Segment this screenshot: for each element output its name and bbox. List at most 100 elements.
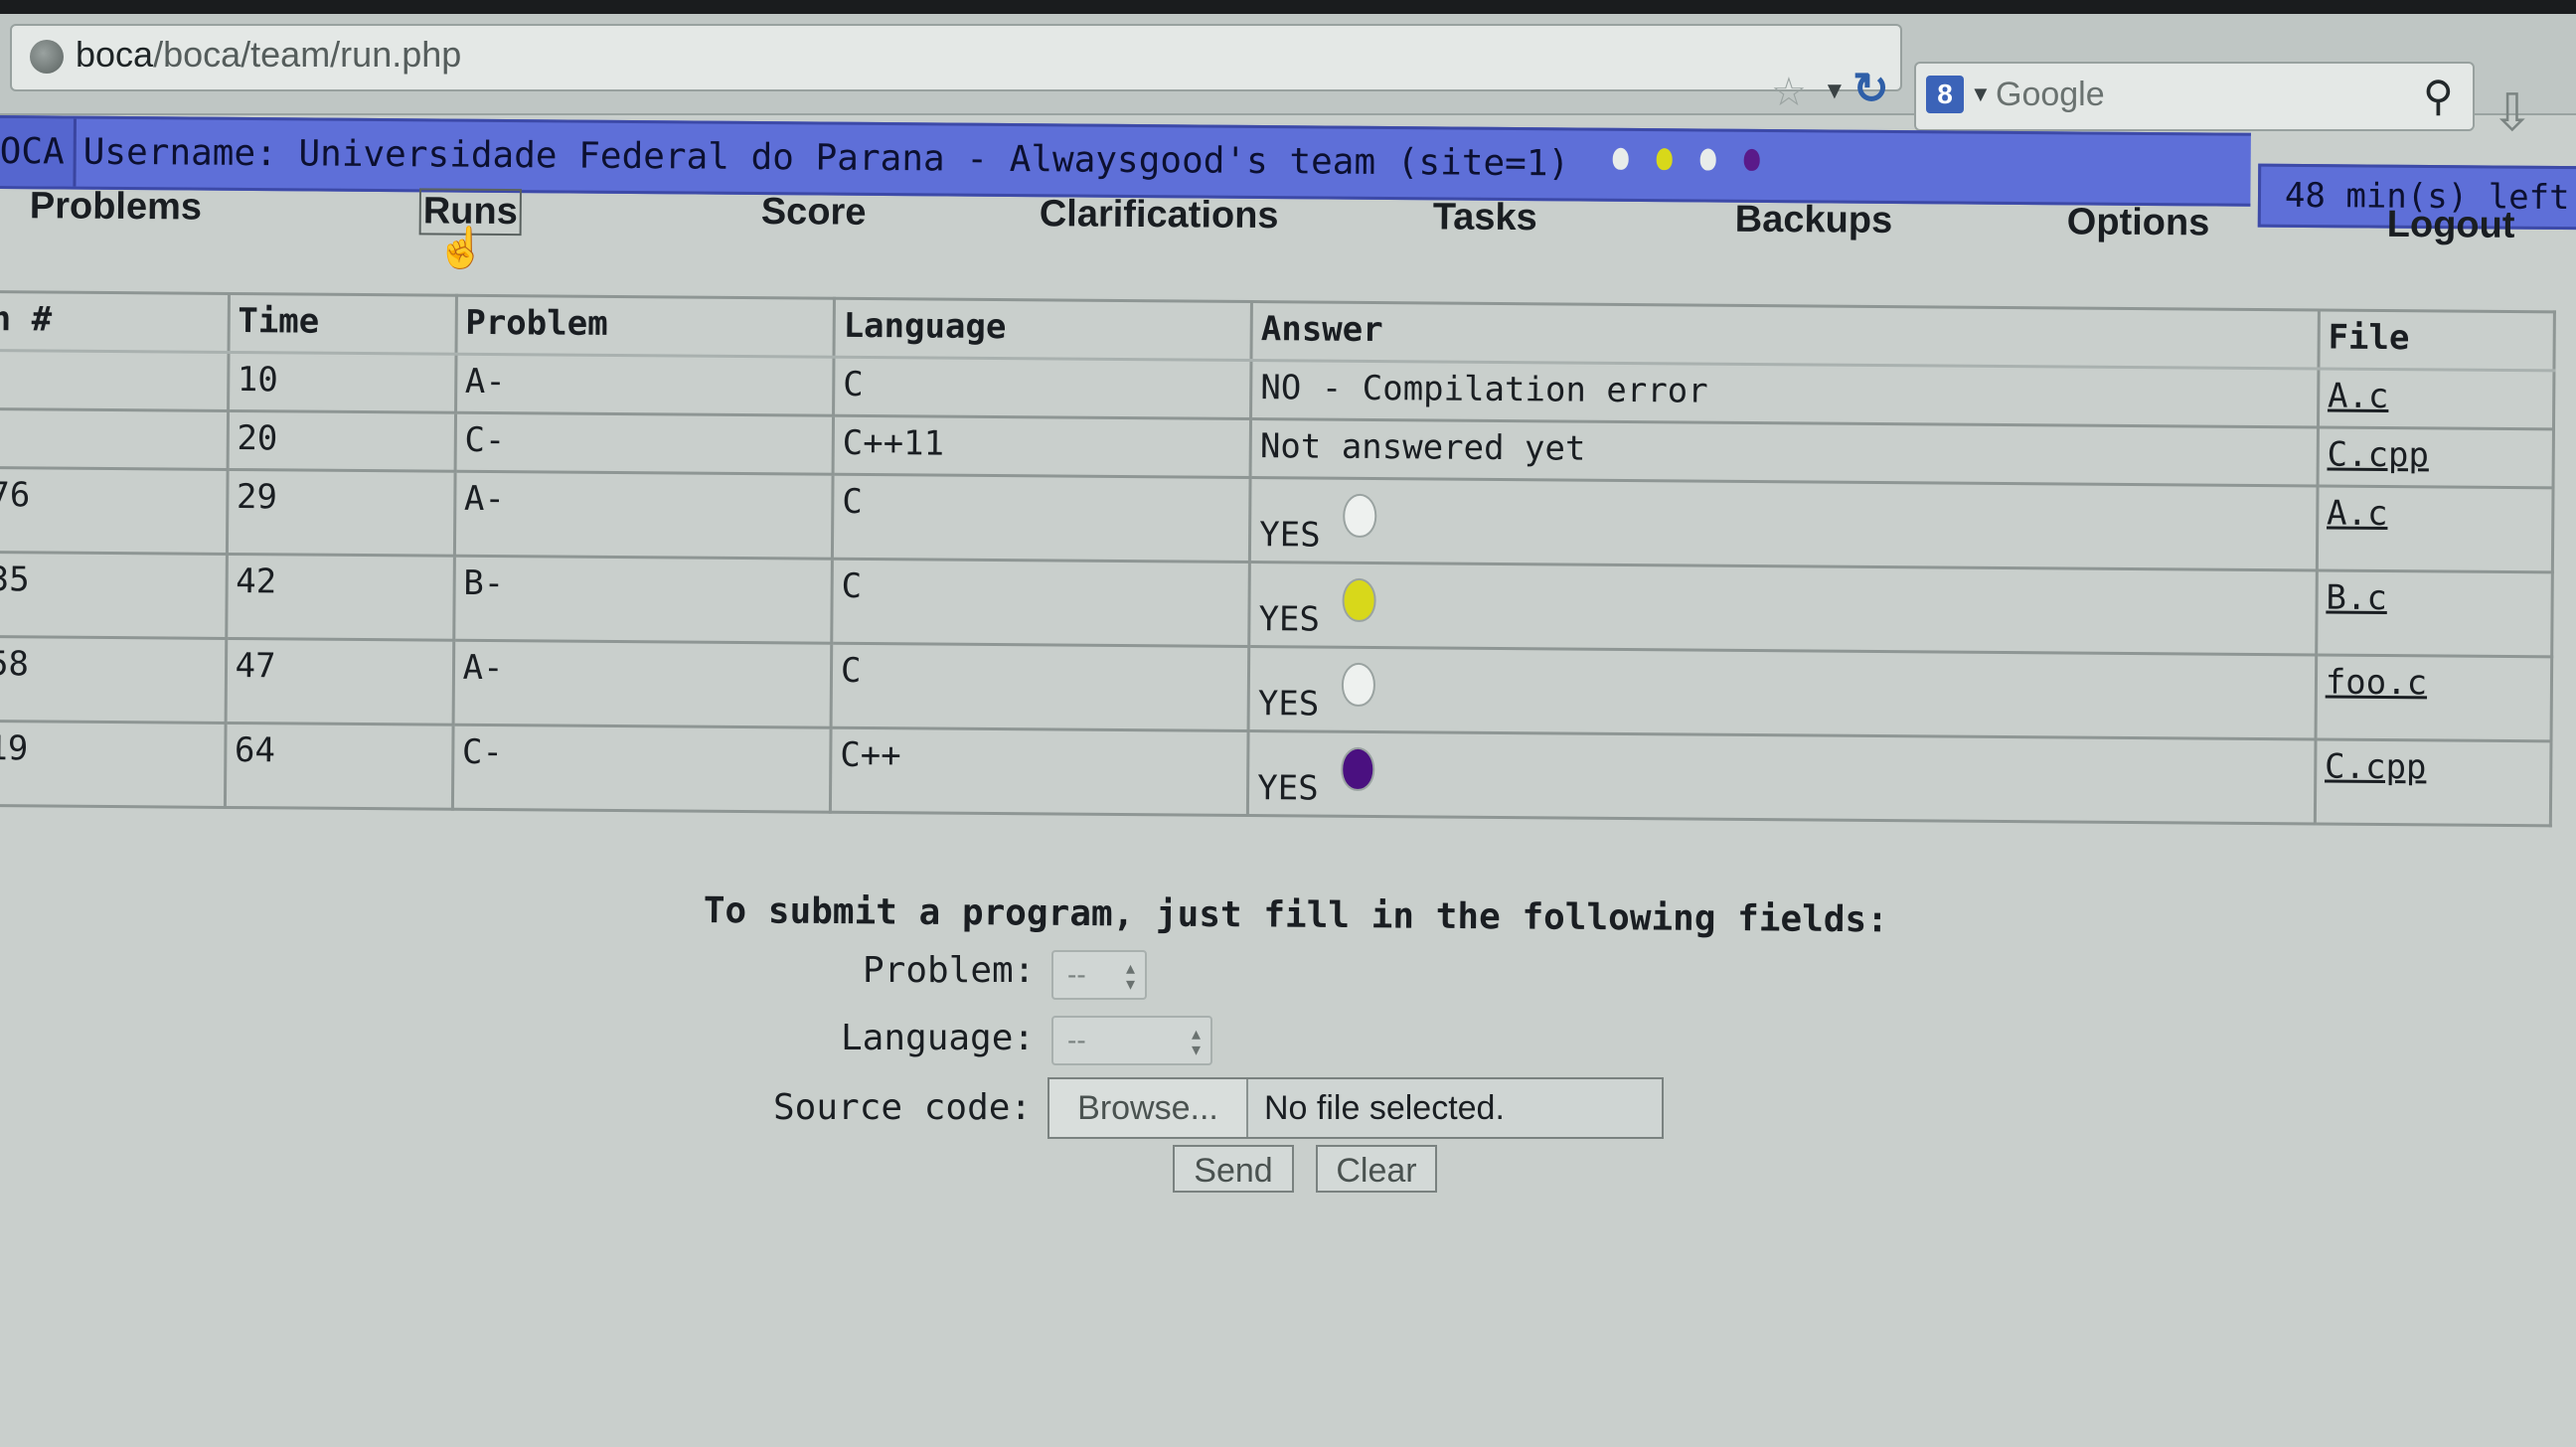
address-bar[interactable]: boca/boca/team/run.php ☆ ▼ ↻: [10, 24, 1902, 114]
spinner-icon: ▴ ▾: [1125, 958, 1135, 994]
url-host: boca: [76, 34, 154, 75]
runs-table: n # Time Problem Language Answer File 10…: [0, 290, 2556, 827]
cell-time-text: 64: [234, 730, 276, 771]
cell-problem-text: A-: [464, 361, 506, 402]
cell-problem: A-: [453, 471, 833, 560]
balloon-icon: [1612, 147, 1629, 170]
menu-tasks[interactable]: Tasks: [1433, 196, 1537, 240]
cell-language-text: C++: [840, 734, 901, 776]
hand-cursor-icon: ☝: [436, 226, 487, 270]
cell-file-text[interactable]: A.c: [2328, 377, 2389, 416]
source-file-input[interactable]: Browse... No file selected.: [1047, 1077, 1664, 1139]
menu-problems[interactable]: Problems: [30, 185, 202, 229]
cell-language: C++: [830, 727, 1249, 816]
spinner-icon: ▴ ▾: [1191, 1024, 1201, 1059]
balloon-icon: [1656, 148, 1673, 171]
cell-language: C: [833, 357, 1252, 419]
cell-file-text[interactable]: C.cpp: [2327, 435, 2429, 476]
cell-run: [0, 350, 229, 411]
cell-run: 76: [0, 467, 228, 555]
menu-clarifications[interactable]: Clarifications: [1040, 193, 1279, 238]
cell-answer-text: YES: [1257, 768, 1319, 809]
clear-button[interactable]: Clear: [1316, 1145, 1437, 1193]
header-file: File: [2318, 309, 2555, 371]
cell-file-text[interactable]: C.cpp: [2325, 747, 2427, 788]
send-button[interactable]: Send: [1173, 1145, 1294, 1193]
browse-button[interactable]: Browse...: [1049, 1079, 1248, 1137]
header-run: n #: [0, 291, 230, 353]
balloon-icon: [1341, 577, 1376, 623]
cell-answer-text: YES: [1259, 515, 1321, 556]
cell-run-text: 58: [0, 644, 30, 685]
cell-language: C: [832, 474, 1251, 563]
chevron-down-icon[interactable]: ▼: [1970, 81, 1992, 107]
cell-answer: YES: [1247, 730, 2316, 824]
cell-file[interactable]: foo.c: [2315, 654, 2552, 741]
balloon-icon: [1340, 746, 1374, 792]
cell-file[interactable]: B.c: [2316, 569, 2553, 657]
cell-answer: Not answered yet: [1250, 418, 2319, 486]
cell-answer-text: NO - Compilation error: [1260, 368, 1708, 411]
cell-answer-text: Not answered yet: [1259, 426, 1586, 469]
balloon-icon: [1743, 148, 1760, 171]
search-input[interactable]: 8 ▼ Google ⚲: [1914, 62, 2475, 131]
cell-run: 35: [0, 552, 227, 639]
cell-time-text: 47: [235, 646, 276, 687]
cell-file[interactable]: A.c: [2318, 368, 2554, 429]
cell-run: [0, 408, 229, 470]
cell-time: 29: [226, 469, 455, 557]
problem-label: Problem:: [863, 950, 1036, 991]
cell-language-text: C: [843, 364, 864, 404]
menu-options[interactable]: Options: [2067, 201, 2210, 244]
cell-problem: C-: [454, 412, 834, 475]
balloon-icon: [1342, 493, 1376, 539]
bookmark-star-icon[interactable]: ☆: [1771, 70, 1807, 115]
cell-file[interactable]: C.cpp: [2317, 426, 2554, 488]
cell-run: 58: [0, 636, 227, 724]
balloon-summary: [1612, 138, 1788, 180]
header-time: Time: [228, 293, 457, 355]
cell-problem-text: C-: [464, 419, 506, 461]
balloon-icon: [1699, 148, 1716, 171]
problem-select[interactable]: -- ▴ ▾: [1051, 950, 1147, 1000]
cell-run-text: 76: [0, 475, 31, 516]
balloon-icon: [1341, 662, 1375, 708]
cell-time: 42: [226, 554, 454, 641]
cell-answer-text: YES: [1258, 599, 1321, 640]
cell-time-text: 20: [237, 418, 278, 459]
cell-file[interactable]: C.cpp: [2315, 738, 2552, 826]
search-icon[interactable]: ⚲: [2423, 72, 2454, 120]
cell-problem: B-: [453, 556, 833, 644]
cell-problem: A-: [452, 640, 832, 728]
cell-problem: C-: [451, 724, 831, 813]
chevron-down-icon[interactable]: ▼: [1823, 78, 1847, 105]
search-engine-icon[interactable]: 8: [1926, 76, 1964, 113]
cell-problem-text: A-: [463, 478, 506, 520]
main-menu: Problems Runs Score Clarifications Tasks…: [0, 185, 2576, 294]
cell-answer-text: YES: [1257, 684, 1320, 724]
menu-logout[interactable]: Logout: [2387, 204, 2515, 247]
cell-language-text: C: [840, 650, 862, 691]
browser-toolbar: boca/boca/team/run.php ☆ ▼ ↻ 8 ▼ Google …: [0, 14, 2576, 142]
cell-time: 64: [224, 723, 453, 810]
source-code-label: Source code:: [773, 1087, 1033, 1128]
language-select[interactable]: -- ▴ ▾: [1051, 1016, 1212, 1065]
reload-icon[interactable]: ↻: [1852, 64, 1889, 114]
cell-file-text[interactable]: foo.c: [2326, 663, 2428, 704]
cell-file-text[interactable]: A.c: [2327, 494, 2388, 534]
download-icon[interactable]: ⇩: [2491, 83, 2534, 143]
header-language: Language: [833, 298, 1252, 361]
language-select-value: --: [1067, 1025, 1086, 1055]
cell-language: C++11: [832, 415, 1251, 478]
cell-problem-text: A-: [462, 647, 504, 689]
cell-file[interactable]: A.c: [2317, 485, 2554, 572]
header-problem: Problem: [455, 295, 835, 358]
username-label: Username: Universidade Federal do Parana…: [82, 131, 1570, 185]
cell-time: 20: [227, 410, 456, 472]
menu-score[interactable]: Score: [761, 191, 867, 235]
cell-file-text[interactable]: B.c: [2326, 578, 2387, 618]
menu-backups[interactable]: Backups: [1735, 199, 1893, 242]
window-top-edge: [0, 0, 2576, 14]
header-answer: Answer: [1251, 301, 2320, 369]
cell-time-text: 42: [236, 562, 277, 602]
